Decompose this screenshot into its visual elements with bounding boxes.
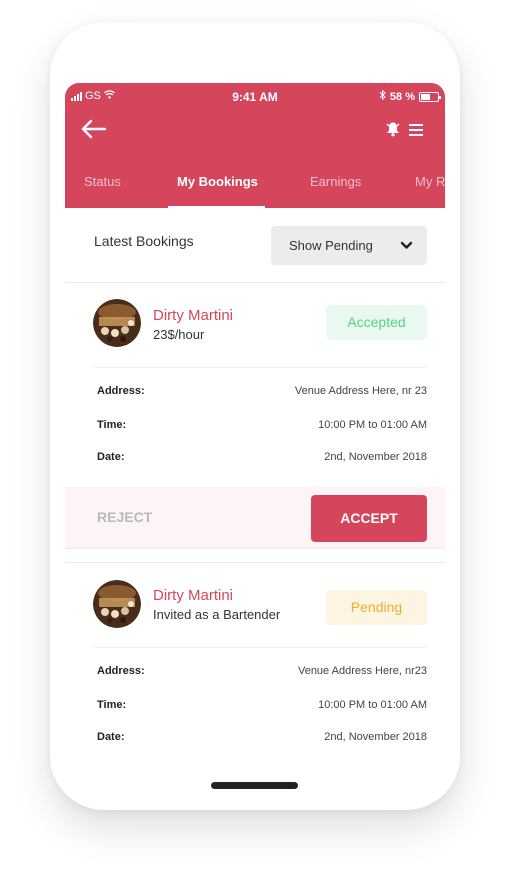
hourly-rate: 23$/hour [153,327,205,342]
divider [65,282,445,283]
tab-earnings[interactable]: Earnings [310,174,361,189]
time-value: 10:00 PM to 01:00 AM [318,699,427,711]
status-bar-right: 58 % [379,89,441,103]
booking-actions: REJECT ACCEPT [65,487,445,549]
time-label: Time: [97,419,127,431]
divider [94,367,427,368]
address-label: Address: [97,665,145,677]
home-indicator[interactable] [211,782,298,789]
tab-status[interactable]: Status [84,174,121,189]
venue-avatar [93,580,141,628]
address-value: Venue Address Here, nr 23 [294,385,427,397]
chevron-down-icon [400,241,413,249]
address-label: Address: [97,385,145,397]
time-value: 10:00 PM to 01:00 AM [318,419,427,431]
tab-my-bookings[interactable]: My Bookings [177,174,258,189]
date-label: Date: [97,731,125,743]
date-label: Date: [97,451,125,463]
back-arrow-icon[interactable] [79,114,109,144]
bluetooth-icon [379,89,386,103]
date-value: 2nd, November 2018 [324,451,427,463]
reject-button[interactable]: REJECT [97,509,152,525]
venue-name[interactable]: Dirty Martini [153,587,233,604]
tab-my-r[interactable]: My R [415,174,445,189]
invite-role: Invited as a Bartender [153,607,281,622]
app-header: GS 9:41 AM 58 % Status My Bookings Earni… [65,83,445,208]
active-tab-indicator [168,206,265,208]
show-pending-dropdown[interactable]: Show Pending [271,226,427,265]
divider [65,562,445,563]
battery-icon [419,91,441,102]
battery-percent: 58 % [389,90,415,103]
venue-avatar [93,299,141,347]
status-bar: GS 9:41 AM 58 % [65,88,445,106]
divider [94,647,427,648]
accept-button[interactable]: ACCEPT [311,495,427,542]
address-value: Venue Address Here, nr23 [297,665,427,677]
bell-icon[interactable] [386,121,400,137]
date-value: 2nd, November 2018 [324,731,427,743]
tab-bar: Status My Bookings Earnings My R [65,171,445,208]
status-badge-accepted: Accepted [326,305,427,340]
filter-value: Show Pending [289,238,373,253]
time-label: Time: [97,699,127,711]
status-badge-pending: Pending [326,590,427,625]
venue-name[interactable]: Dirty Martini [153,307,233,324]
latest-bookings-title: Latest Bookings [94,233,194,249]
hamburger-menu-icon[interactable] [409,124,423,136]
app-screen: GS 9:41 AM 58 % Status My Bookings Earni… [65,83,445,763]
